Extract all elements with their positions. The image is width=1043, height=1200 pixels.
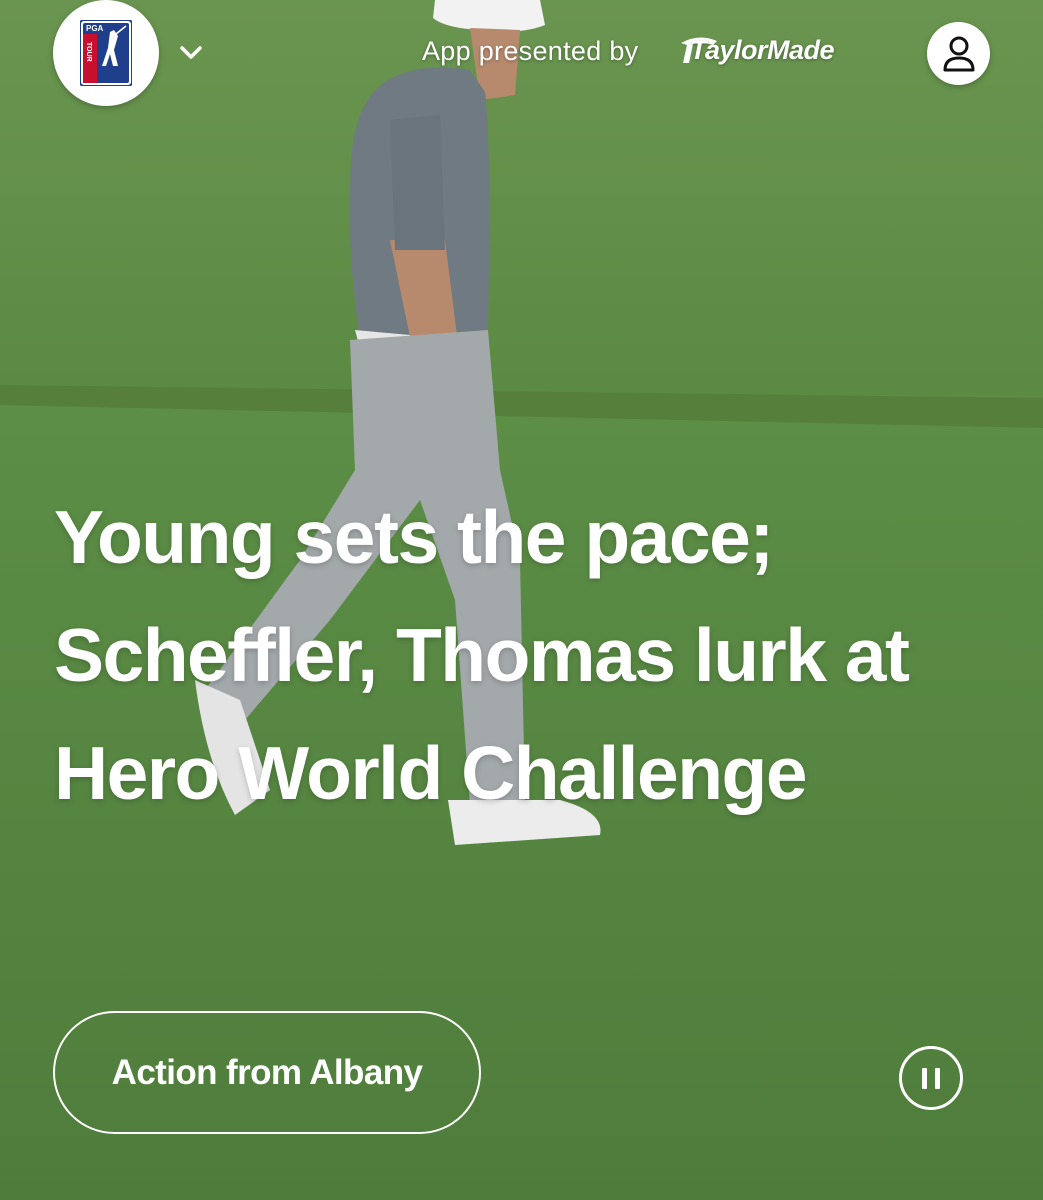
user-icon (943, 36, 975, 72)
account-button[interactable] (927, 22, 990, 85)
app-header: PGA TOUR App presented by TaylorMade (0, 0, 1043, 120)
sponsor-logo: TaylorMade (690, 35, 835, 65)
presented-by-label: App presented by (422, 36, 639, 66)
logo-text-tour: TOUR (85, 42, 92, 62)
pause-button[interactable] (899, 1046, 963, 1110)
story-headline[interactable]: Young sets the pace; Scheffler, Thomas l… (54, 478, 1014, 832)
logo-text-pga: PGA (86, 24, 104, 33)
action-from-albany-button[interactable]: Action from Albany (53, 1011, 481, 1134)
chevron-down-icon[interactable] (176, 38, 206, 68)
pga-tour-logo-button[interactable]: PGA TOUR (53, 0, 159, 106)
